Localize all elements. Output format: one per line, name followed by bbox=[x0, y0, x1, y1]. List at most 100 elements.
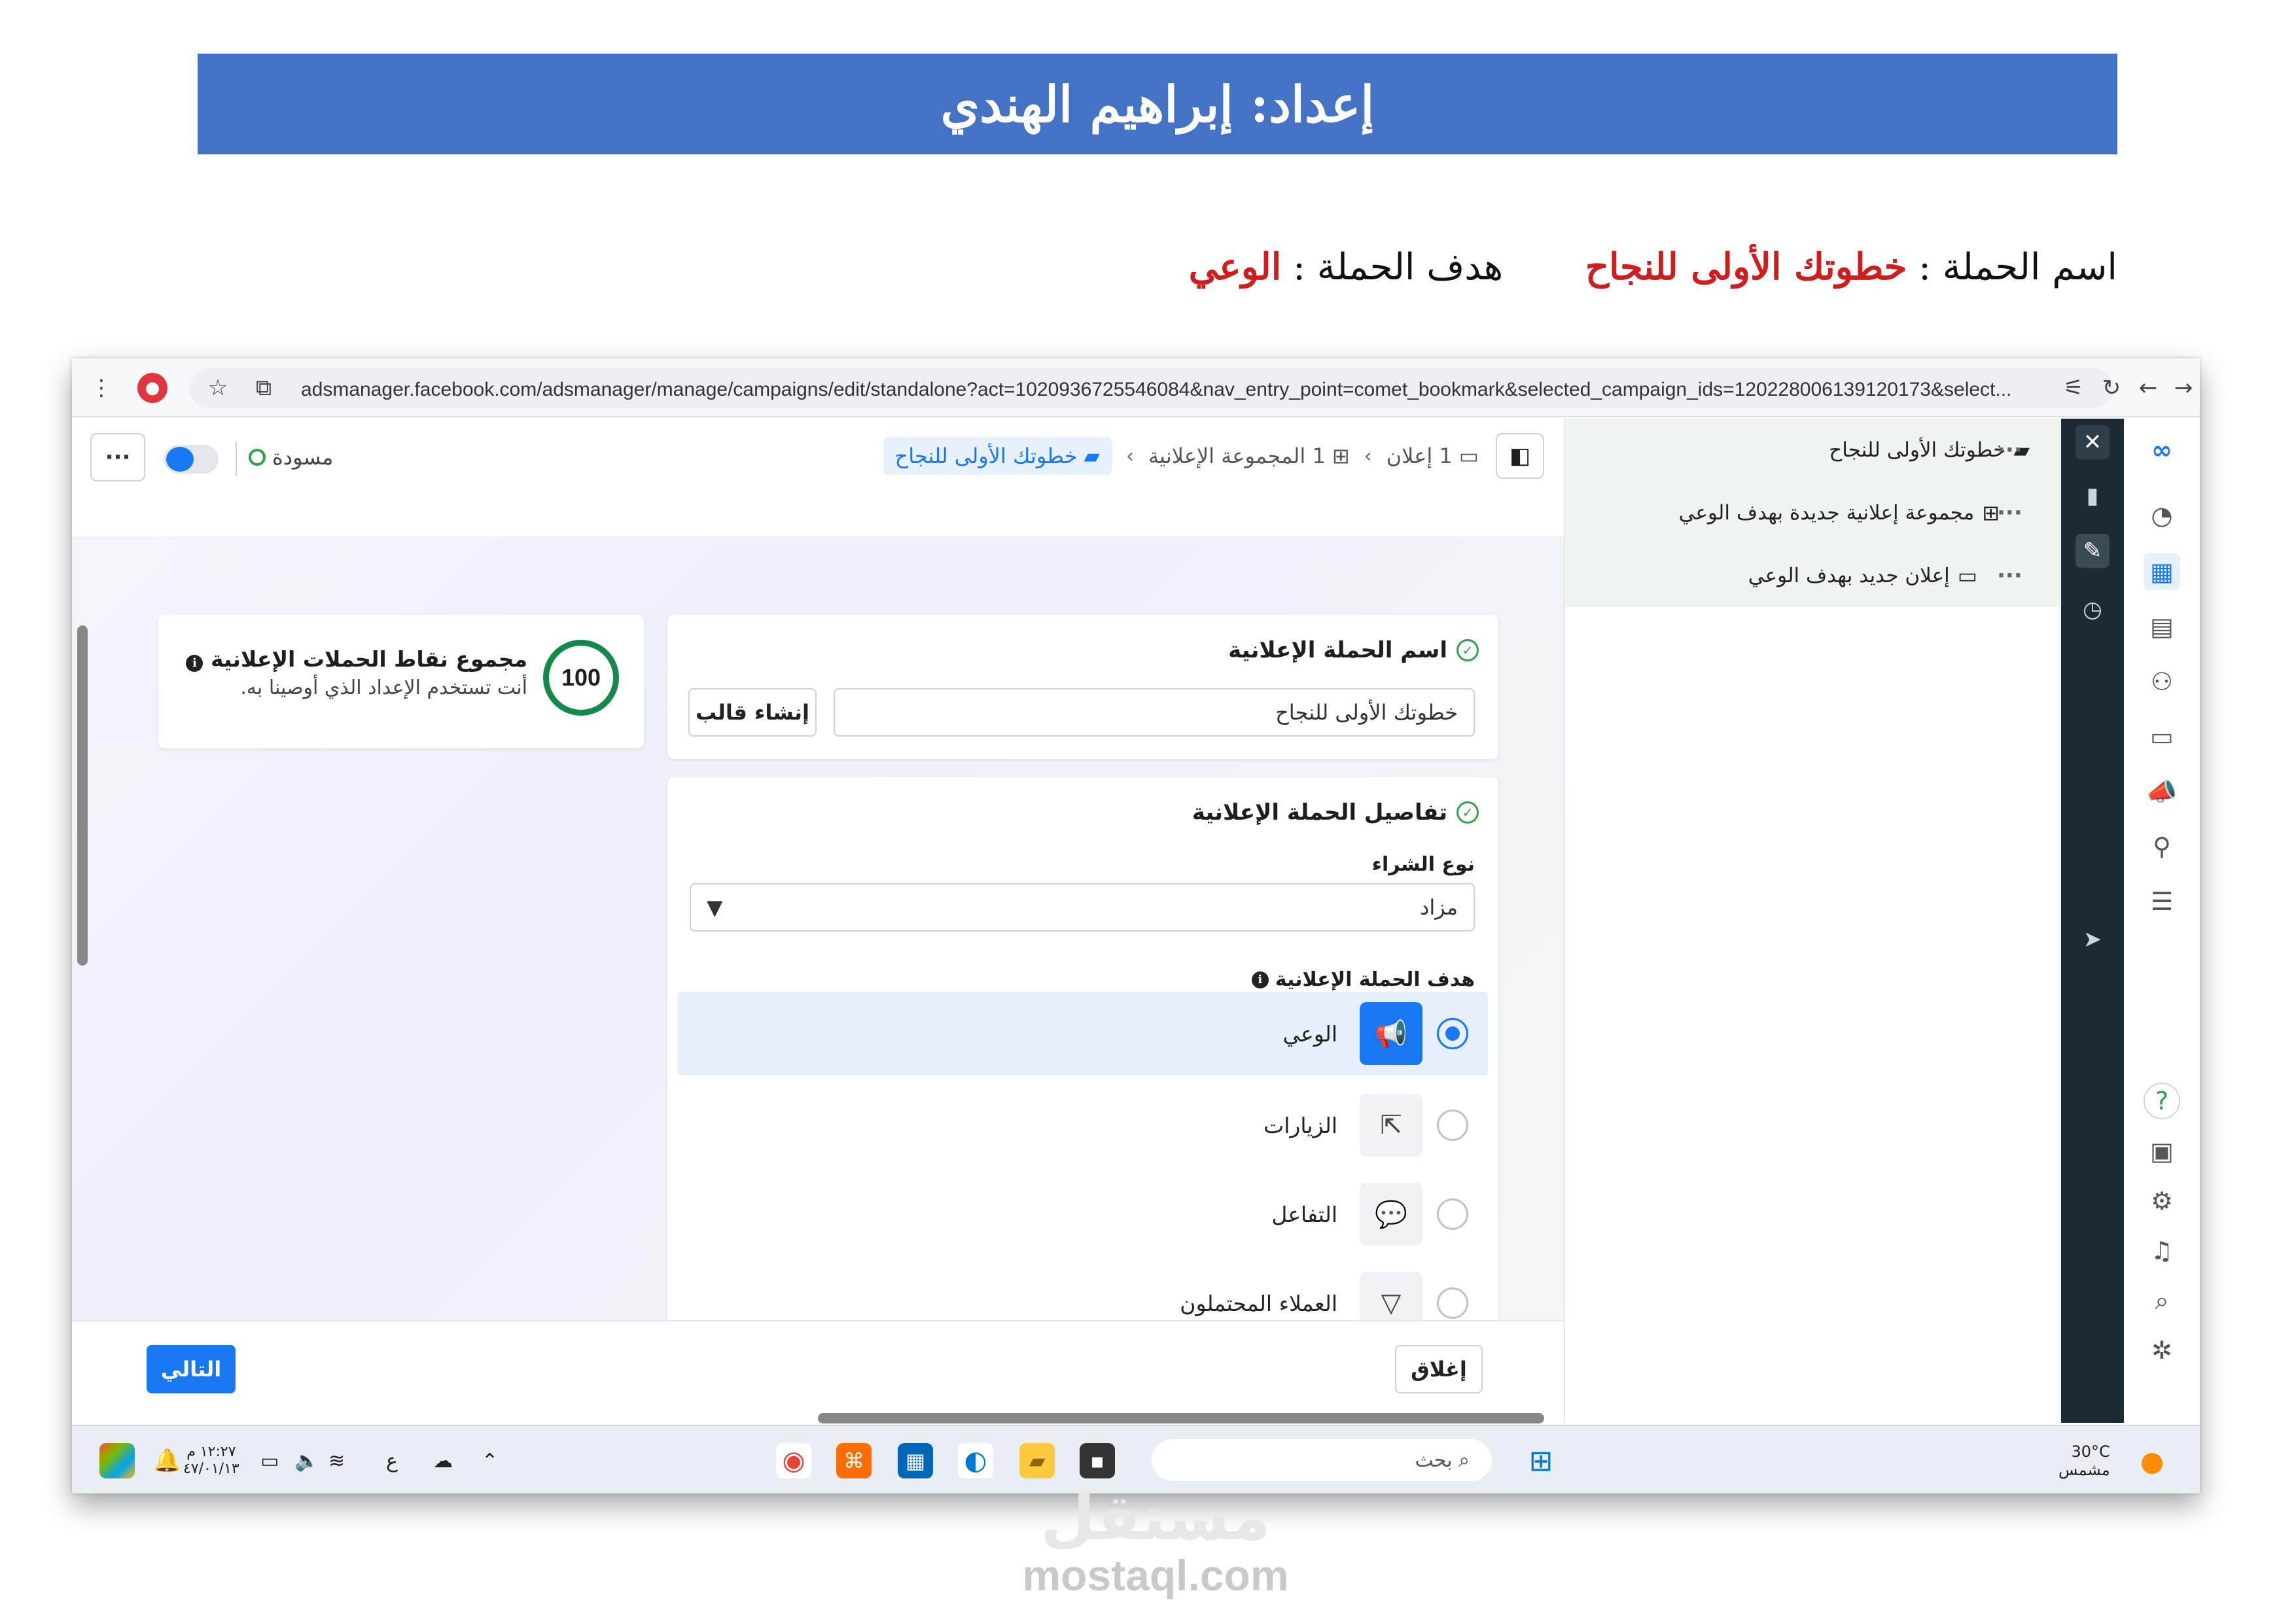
folder-icon[interactable]: ▰ bbox=[1019, 1443, 1055, 1478]
campaign-goal-value: الوعي bbox=[1188, 245, 1282, 288]
info-icon[interactable]: i bbox=[186, 654, 203, 672]
objective-option-traffic[interactable]: ⇱ الزيارات bbox=[678, 1083, 1488, 1167]
volume-icon[interactable]: 🔈 bbox=[294, 1443, 319, 1478]
bug-icon[interactable]: ✲ bbox=[2144, 1332, 2180, 1369]
business-icon[interactable]: ⚲ bbox=[2144, 828, 2180, 865]
close-button[interactable]: إغلاق bbox=[1395, 1345, 1483, 1393]
sun-icon[interactable]: ● bbox=[2134, 1443, 2170, 1478]
radio[interactable] bbox=[1437, 1198, 1468, 1230]
campaign-goal-label: هدف الحملة : bbox=[1293, 246, 1504, 288]
ad-icon: ▭ bbox=[1458, 444, 1479, 468]
tree-item-campaign[interactable]: ▰ خطوتك الأولى للنجاح ··· bbox=[1565, 419, 2062, 481]
forward-icon[interactable]: → bbox=[2168, 373, 2199, 403]
objective-option-engagement[interactable]: 💬 التفاعل bbox=[678, 1172, 1488, 1256]
gear-icon[interactable]: ⚙ bbox=[2144, 1183, 2180, 1219]
breadcrumb-campaign-label: خطوتك الأولى للنجاح bbox=[894, 444, 1078, 468]
more-icon[interactable]: ··· bbox=[1997, 500, 2022, 526]
reload-icon[interactable]: ↻ bbox=[2096, 373, 2127, 403]
report-icon[interactable]: ▣ bbox=[2144, 1133, 2180, 1170]
help-icon[interactable]: ? bbox=[2144, 1083, 2180, 1119]
horizontal-scrollbar[interactable] bbox=[818, 1413, 1544, 1423]
score-subtitle: أنت تستخدم الإعداد الذي أوصينا به. bbox=[240, 676, 527, 699]
score-gauge: 100 bbox=[543, 640, 619, 716]
draft-label: مسودة bbox=[272, 445, 334, 470]
campaign-name-value: خطوتك الأولى للنجاح bbox=[1585, 245, 1907, 288]
info-icon[interactable]: i bbox=[1251, 971, 1269, 988]
more-icon[interactable]: ··· bbox=[1997, 563, 2022, 589]
breadcrumb-campaign[interactable]: ▰ خطوتك الأولى للنجاح bbox=[883, 437, 1112, 475]
watermark-site: mostaql.com bbox=[1022, 1551, 1289, 1599]
more-options-button[interactable]: ··· bbox=[90, 433, 145, 481]
campaign-editor-panel: ··· مسودة ▰ خطوتك الأولى للنجاح › ⊞ 1 ال… bbox=[72, 419, 1564, 1423]
battery-icon[interactable]: ▭ bbox=[260, 1443, 279, 1478]
onedrive-icon[interactable]: ☁ bbox=[433, 1443, 453, 1478]
vertical-scrollbar[interactable] bbox=[77, 625, 88, 966]
chrome-icon[interactable]: ◉ bbox=[776, 1443, 811, 1478]
objective-option-awareness[interactable]: 📢 الوعي bbox=[678, 992, 1488, 1075]
weather-desc: مشمس bbox=[2058, 1461, 2110, 1479]
radio-selected[interactable] bbox=[1437, 1018, 1468, 1049]
search-icon[interactable]: ⌕ bbox=[2144, 1282, 2180, 1319]
close-icon[interactable]: ✕ bbox=[2075, 425, 2110, 459]
tree-campaign-label: خطوتك الأولى للنجاح bbox=[1829, 438, 2006, 462]
create-template-button[interactable]: إنشاء قالب bbox=[688, 688, 817, 737]
chevron-right-icon[interactable]: ➤ bbox=[2075, 922, 2110, 956]
buy-type-select[interactable]: مزاد ▼ bbox=[690, 883, 1475, 932]
campaign-name-input[interactable]: خطوتك الأولى للنجاح bbox=[834, 688, 1475, 737]
back-icon[interactable]: ← bbox=[2133, 373, 2163, 403]
billing-icon[interactable]: ▭ bbox=[2144, 718, 2180, 755]
xampp-icon[interactable]: ⌘ bbox=[836, 1443, 872, 1478]
cursor-icon: ⇱ bbox=[1360, 1094, 1422, 1157]
meta-logo-icon[interactable]: ∞ bbox=[2144, 432, 2180, 468]
taskbar-search[interactable]: ⌕ بحث bbox=[1152, 1439, 1492, 1481]
search-icon: ⌕ bbox=[1452, 1448, 1470, 1472]
kebab-menu-icon[interactable]: ⋮ bbox=[86, 373, 116, 403]
radio[interactable] bbox=[1437, 1287, 1468, 1319]
next-button[interactable]: التالي bbox=[147, 1345, 236, 1393]
panel-toggle-button[interactable]: ◧ bbox=[1496, 433, 1544, 479]
breadcrumb-adset[interactable]: ⊞ 1 المجموعة الإعلانية bbox=[1148, 444, 1350, 468]
language-indicator[interactable]: ع bbox=[386, 1443, 398, 1478]
bell-icon[interactable]: 🔔 bbox=[153, 1443, 181, 1478]
table-icon[interactable]: ▦ bbox=[2144, 553, 2180, 590]
wifi-icon[interactable]: ≋ bbox=[328, 1443, 345, 1478]
campaign-icon[interactable]: 📣 bbox=[2144, 773, 2180, 810]
pages-icon[interactable]: ▤ bbox=[2144, 608, 2180, 645]
clock-icon[interactable]: ◷ bbox=[2075, 593, 2110, 627]
windows-start-icon[interactable]: ⊞ bbox=[1523, 1443, 1559, 1478]
edge-icon[interactable]: ◐ bbox=[958, 1443, 993, 1478]
chevron-up-icon[interactable]: ⌃ bbox=[482, 1443, 498, 1478]
objective-label-text: هدف الحملة الإعلانية bbox=[1275, 968, 1475, 991]
bell-icon[interactable]: ♫ bbox=[2144, 1232, 2180, 1269]
url-text[interactable]: adsmanager.facebook.com/adsmanager/manag… bbox=[301, 379, 2035, 401]
toggle-knob bbox=[166, 447, 194, 472]
tree-item-adset[interactable]: ⊞ مجموعة إعلانية جديدة بهدف الوعي ··· bbox=[1565, 481, 2062, 544]
ad-icon: ▭ bbox=[1957, 563, 1977, 588]
dashboard-icon[interactable]: ◔ bbox=[2144, 497, 2180, 534]
campaign-toggle[interactable] bbox=[164, 445, 219, 474]
store-icon[interactable]: ▦ bbox=[898, 1443, 933, 1478]
check-circle-icon: ✓ bbox=[1457, 801, 1479, 824]
tree-item-ad[interactable]: ▭ إعلان جديد بهدف الوعي ··· bbox=[1565, 544, 2062, 607]
install-app-icon[interactable]: ⧉ bbox=[249, 373, 279, 403]
audience-icon[interactable]: ⚇ bbox=[2144, 663, 2180, 700]
score-card: 100 مجموع نقاط الحملات الإعلانية i أنت ت… bbox=[158, 615, 644, 748]
terminal-icon[interactable]: ▪ bbox=[1080, 1443, 1115, 1478]
site-settings-icon[interactable]: ⚟ bbox=[2058, 373, 2089, 403]
draft-status-icon bbox=[249, 449, 266, 466]
weather-widget[interactable]: 30°C مشمس bbox=[2058, 1442, 2110, 1479]
campaign-details-heading: ✓ تفاصيل الحملة الإعلانية bbox=[1192, 799, 1479, 826]
campaign-name-label: اسم الحملة : bbox=[1918, 246, 2117, 288]
menu-icon[interactable]: ☰ bbox=[2144, 883, 2180, 920]
bar-chart-icon[interactable]: ▮ bbox=[2075, 479, 2110, 513]
pencil-icon[interactable]: ✎ bbox=[2075, 534, 2110, 568]
score-title-text: مجموع نقاط الحملات الإعلانية bbox=[210, 646, 527, 672]
star-icon[interactable]: ☆ bbox=[203, 373, 233, 403]
breadcrumb-ad[interactable]: ▭ 1 إعلان bbox=[1386, 444, 1479, 468]
copilot-icon[interactable] bbox=[99, 1443, 135, 1478]
screenshot-frame: ⋮ ● ☆ ⧉ adsmanager.facebook.com/adsmanag… bbox=[72, 358, 2200, 1493]
more-icon[interactable]: ··· bbox=[1997, 437, 2022, 463]
extension-icon[interactable]: ● bbox=[137, 373, 168, 403]
clock[interactable]: ١٢:٢٧ م ٤٧/٠١/١٣ bbox=[183, 1443, 239, 1478]
radio[interactable] bbox=[1437, 1109, 1468, 1141]
